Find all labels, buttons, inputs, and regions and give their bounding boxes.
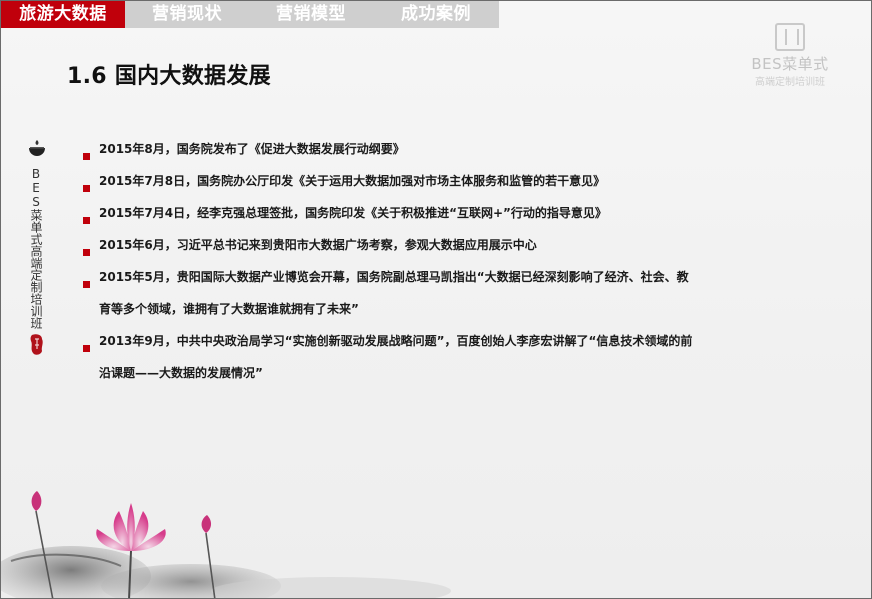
page-title: 1.6 国内大数据发展 — [67, 64, 271, 89]
logo-subtitle: 高端定制培训班 — [755, 77, 825, 88]
sidebar-vertical-text: BES菜单式高端定制培训班 — [29, 167, 43, 329]
slide: 旅游大数据 营销现状 营销模型 成功案例 BES菜单式 高端定制培训班 1.6 … — [0, 0, 872, 599]
list-item-text: 2015年5月，贵阳国际大数据产业博览会开幕，国务院副总理马凯指出“大数据已经深… — [99, 270, 689, 316]
bullet-square-icon — [83, 281, 90, 288]
list-item: 2015年6月，习近平总书记来到贵阳市大数据广场考察，参观大数据应用展示中心 — [83, 237, 537, 261]
ink-bowl-icon — [29, 140, 45, 156]
list-item: 2015年5月，贵阳国际大数据产业博览会开幕，国务院副总理马凯指出“大数据已经深… — [83, 269, 699, 325]
logo-mark-icon — [775, 23, 805, 51]
vertical-sidebar: BES菜单式高端定制培训班 — [23, 139, 51, 359]
bullet-square-icon — [83, 217, 90, 224]
tab-marketing-status[interactable]: 营销现状 — [125, 1, 249, 28]
list-item-text: 2013年9月，中共中央政治局学习“实施创新驱动发展战略问题”，百度创始人李彦宏… — [99, 334, 693, 380]
bullet-square-icon — [83, 153, 90, 160]
bes-logo: BES菜单式 高端定制培训班 — [745, 23, 835, 88]
list-item-text: 2015年6月，习近平总书记来到贵阳市大数据广场考察，参观大数据应用展示中心 — [99, 238, 537, 252]
logo-brand: BES菜单式 — [751, 55, 829, 73]
list-item-text: 2015年7月8日，国务院办公厅印发《关于运用大数据加强对市场主体服务和监管的若… — [99, 174, 606, 188]
list-item-text: 2015年8月，国务院发布了《促进大数据发展行动纲要》 — [99, 142, 405, 156]
list-item: 2013年9月，中共中央政治局学习“实施创新驱动发展战略问题”，百度创始人李彦宏… — [83, 333, 699, 389]
bullet-square-icon — [83, 345, 90, 352]
tab-success-cases[interactable]: 成功案例 — [373, 1, 499, 28]
tab-marketing-model[interactable]: 营销模型 — [249, 1, 373, 28]
list-item-text: 2015年7月4日，经李克强总理签批，国务院印发《关于积极推进“互联网+”行动的… — [99, 206, 607, 220]
lotus-flower-icon — [96, 503, 166, 551]
top-tab-bar: 旅游大数据 营销现状 营销模型 成功案例 — [1, 1, 499, 28]
bullet-square-icon — [83, 249, 90, 256]
list-item: 2015年8月，国务院发布了《促进大数据发展行动纲要》 — [83, 141, 405, 165]
lotus-ink-painting — [1, 491, 451, 598]
tab-tourism-big-data[interactable]: 旅游大数据 — [1, 1, 125, 28]
red-seal-icon — [30, 334, 43, 355]
bullet-square-icon — [83, 185, 90, 192]
list-item: 2015年7月8日，国务院办公厅印发《关于运用大数据加强对市场主体服务和监管的若… — [83, 173, 605, 197]
list-item: 2015年7月4日，经李克强总理签批，国务院印发《关于积极推进“互联网+”行动的… — [83, 205, 607, 229]
